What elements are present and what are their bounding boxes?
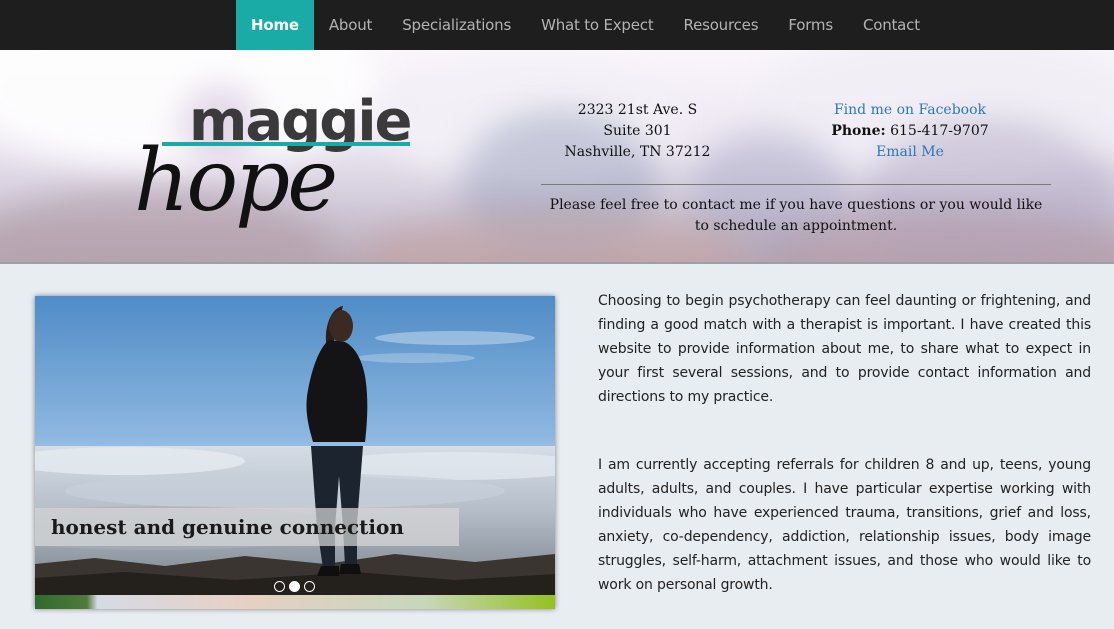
address-line: Suite 301 bbox=[603, 123, 672, 139]
nav-menu: Home About Specializations What to Expec… bbox=[236, 0, 935, 50]
nav-item-about[interactable]: About bbox=[314, 0, 387, 50]
nav-item-home[interactable]: Home bbox=[236, 0, 314, 50]
slider-pagination bbox=[274, 581, 315, 592]
contact-block: Find me on Facebook Phone: 615-417-9707 … bbox=[800, 100, 1020, 163]
facebook-link[interactable]: Find me on Facebook bbox=[800, 100, 1020, 121]
slider-dot-3[interactable] bbox=[304, 581, 315, 592]
contact-invitation-text: Please feel free to contact me if you ha… bbox=[549, 197, 1043, 234]
address-line: Nashville, TN 37212 bbox=[564, 144, 711, 160]
header-rule bbox=[541, 184, 1051, 185]
phone-line: Phone: 615-417-9707 bbox=[800, 121, 1020, 142]
slider-dot-1[interactable] bbox=[274, 581, 285, 592]
address-line: 2323 21st Ave. S bbox=[577, 102, 698, 118]
office-address: 2323 21st Ave. S Suite 301 Nashville, TN… bbox=[545, 100, 730, 163]
email-link[interactable]: Email Me bbox=[800, 142, 1020, 163]
phone-label: Phone: bbox=[831, 123, 886, 139]
nav-item-what-to-expect[interactable]: What to Expect bbox=[526, 0, 668, 50]
nav-item-contact[interactable]: Contact bbox=[848, 0, 935, 50]
logo-text-hope: hope bbox=[134, 131, 335, 231]
site-logo[interactable]: maggie hope bbox=[126, 88, 426, 248]
slider-dot-2[interactable] bbox=[289, 581, 300, 592]
top-navbar: Home About Specializations What to Expec… bbox=[0, 0, 1114, 50]
phone-number[interactable]: 615-417-9707 bbox=[890, 123, 989, 139]
intro-paragraph-2: I am currently accepting referrals for c… bbox=[598, 457, 1091, 593]
image-slider[interactable]: honest and genuine connection bbox=[35, 296, 555, 609]
header-divider-line bbox=[0, 262, 1114, 264]
nav-item-specializations[interactable]: Specializations bbox=[387, 0, 526, 50]
slide-photo-woman-above-clouds bbox=[35, 296, 555, 609]
nav-item-forms[interactable]: Forms bbox=[773, 0, 848, 50]
nav-item-resources[interactable]: Resources bbox=[669, 0, 774, 50]
next-slide-preview bbox=[35, 595, 555, 609]
intro-paragraph-1: Choosing to begin psychotherapy can feel… bbox=[598, 293, 1091, 405]
slide-caption: honest and genuine connection bbox=[35, 508, 459, 546]
